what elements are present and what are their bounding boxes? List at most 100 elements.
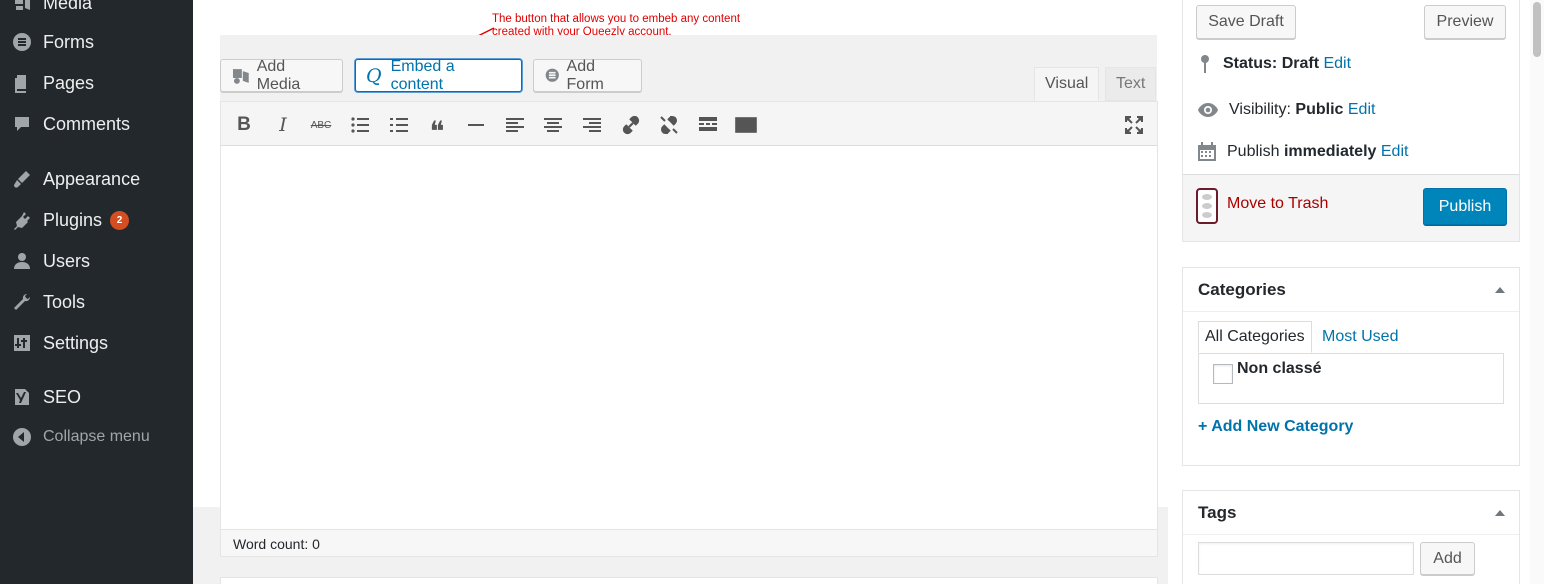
menu-label: Media (43, 0, 93, 13)
pin-icon (1201, 55, 1209, 73)
save-draft-button[interactable]: Save Draft (1196, 5, 1296, 39)
tab-text[interactable]: Text (1105, 67, 1157, 101)
bulleted-list-button[interactable] (346, 111, 374, 139)
add-form-label: Add Form (566, 57, 604, 93)
admin-sidebar: Media Forms Pages Comments Appearance Pl… (0, 0, 193, 584)
tab-all-categories[interactable]: All Categories (1198, 321, 1312, 353)
menu-label: Comments (43, 113, 131, 134)
users-icon (11, 250, 33, 272)
categories-header: Categories (1183, 268, 1519, 312)
plugins-update-badge: 2 (110, 210, 130, 230)
category-label: Non classé (1237, 360, 1322, 377)
link-icon (622, 115, 640, 135)
bold-button[interactable]: B (230, 111, 258, 139)
tab-visual[interactable]: Visual (1034, 67, 1100, 101)
editor-toolbar: B I ABC ❝ (221, 102, 1157, 148)
add-media-button[interactable]: Add Media (220, 57, 343, 93)
collapse-menu-button[interactable]: Collapse menu (0, 419, 193, 455)
category-checklist: Non classé (1198, 353, 1504, 404)
publish-button[interactable]: Publish (1423, 188, 1507, 225)
insert-link-button[interactable] (617, 111, 645, 139)
edit-publish-date-link[interactable]: Edit (1381, 143, 1409, 161)
numbered-list-icon (390, 118, 408, 132)
collapse-categories-toggle[interactable] (1495, 287, 1505, 293)
menu-label: Pages (43, 72, 95, 93)
collapse-icon (11, 426, 33, 448)
post-editor: B I ABC ❝ Word count: 0 (220, 101, 1158, 557)
tab-most-used[interactable]: Most Used (1316, 321, 1404, 353)
edit-visibility-link[interactable]: Edit (1348, 101, 1376, 119)
menu-label: SEO (43, 386, 82, 407)
publish-date-row: Publish immediately Edit (1197, 142, 1408, 162)
tag-input[interactable] (1198, 542, 1414, 575)
move-to-trash-link[interactable]: Move to Trash (1227, 195, 1328, 213)
align-right-button[interactable] (578, 111, 606, 139)
horizontal-line-button[interactable] (462, 111, 490, 139)
menu-label: Forms (43, 31, 94, 52)
align-left-button[interactable] (501, 111, 529, 139)
category-checkbox[interactable] (1213, 364, 1233, 384)
queezly-q-icon: Q (366, 64, 382, 87)
calendar-icon (1198, 142, 1216, 161)
numbered-list-button[interactable] (385, 111, 413, 139)
visibility-row: Visibility: Public Edit (1197, 101, 1375, 119)
menu-label: Users (43, 250, 91, 271)
menu-item-pages[interactable]: Pages (0, 65, 193, 101)
read-more-button[interactable] (694, 111, 722, 139)
unlink-icon (660, 115, 678, 135)
add-tag-button[interactable]: Add (1420, 542, 1475, 575)
scrollbar-thumb[interactable] (1533, 2, 1541, 57)
read-more-icon (699, 117, 717, 131)
tags-header: Tags (1183, 491, 1519, 535)
add-media-icon (232, 68, 249, 84)
comments-icon (11, 113, 33, 135)
eye-icon (1198, 103, 1218, 117)
add-new-category-link[interactable]: + Add New Category (1198, 418, 1353, 436)
preview-button[interactable]: Preview (1424, 5, 1506, 39)
menu-item-media[interactable]: Media (0, 0, 193, 21)
menu-item-comments[interactable]: Comments (0, 106, 193, 142)
menu-item-forms[interactable]: Forms (0, 24, 193, 60)
forms-icon (11, 31, 33, 53)
edit-status-link[interactable]: Edit (1323, 55, 1351, 73)
word-count: Word count: 0 (233, 536, 320, 552)
menu-item-users[interactable]: Users (0, 243, 193, 279)
menu-item-plugins[interactable]: Plugins 2 (0, 202, 193, 238)
embed-content-button[interactable]: Q Embed a content (355, 57, 522, 93)
italic-button[interactable]: I (269, 111, 297, 139)
menu-label: Settings (43, 332, 109, 353)
embed-content-label: Embed a content (390, 57, 455, 93)
horizontal-line-icon (468, 124, 484, 126)
next-metabox-edge (220, 577, 1158, 584)
settings-icon (11, 332, 33, 354)
trash-icon (1196, 188, 1218, 224)
blockquote-button[interactable]: ❝ (423, 111, 451, 148)
add-media-label: Add Media (256, 57, 301, 93)
menu-label: Appearance (43, 168, 141, 189)
bulleted-list-icon (351, 117, 369, 133)
publish-box: Save Draft Preview Status: Draft Edit Vi… (1182, 0, 1520, 242)
post-status-row: Status: Draft Edit (1197, 54, 1351, 74)
menu-label: Plugins (43, 209, 103, 230)
menu-item-settings[interactable]: Settings (0, 325, 193, 361)
toolbar-toggle-button[interactable] (732, 111, 760, 139)
fullscreen-button[interactable] (1120, 111, 1148, 139)
appearance-icon (11, 168, 33, 190)
menu-label: Tools (43, 291, 86, 312)
add-form-button[interactable]: Add Form (533, 57, 642, 93)
media-icon (11, 0, 33, 14)
tools-icon (11, 291, 33, 313)
menu-item-tools[interactable]: Tools (0, 284, 193, 320)
align-center-button[interactable] (539, 111, 567, 139)
plugins-icon (11, 209, 33, 231)
page-scrollbar[interactable] (1530, 0, 1544, 584)
remove-link-button[interactable] (655, 111, 683, 139)
publish-actions: Move to Trash Publish (1183, 174, 1519, 241)
collapse-tags-toggle[interactable] (1495, 510, 1505, 516)
seo-icon (11, 386, 33, 408)
pages-icon (11, 72, 33, 94)
align-left-icon (506, 118, 524, 132)
menu-item-appearance[interactable]: Appearance (0, 161, 193, 197)
strikethrough-button[interactable]: ABC (307, 111, 335, 139)
menu-item-seo[interactable]: SEO (0, 379, 193, 415)
